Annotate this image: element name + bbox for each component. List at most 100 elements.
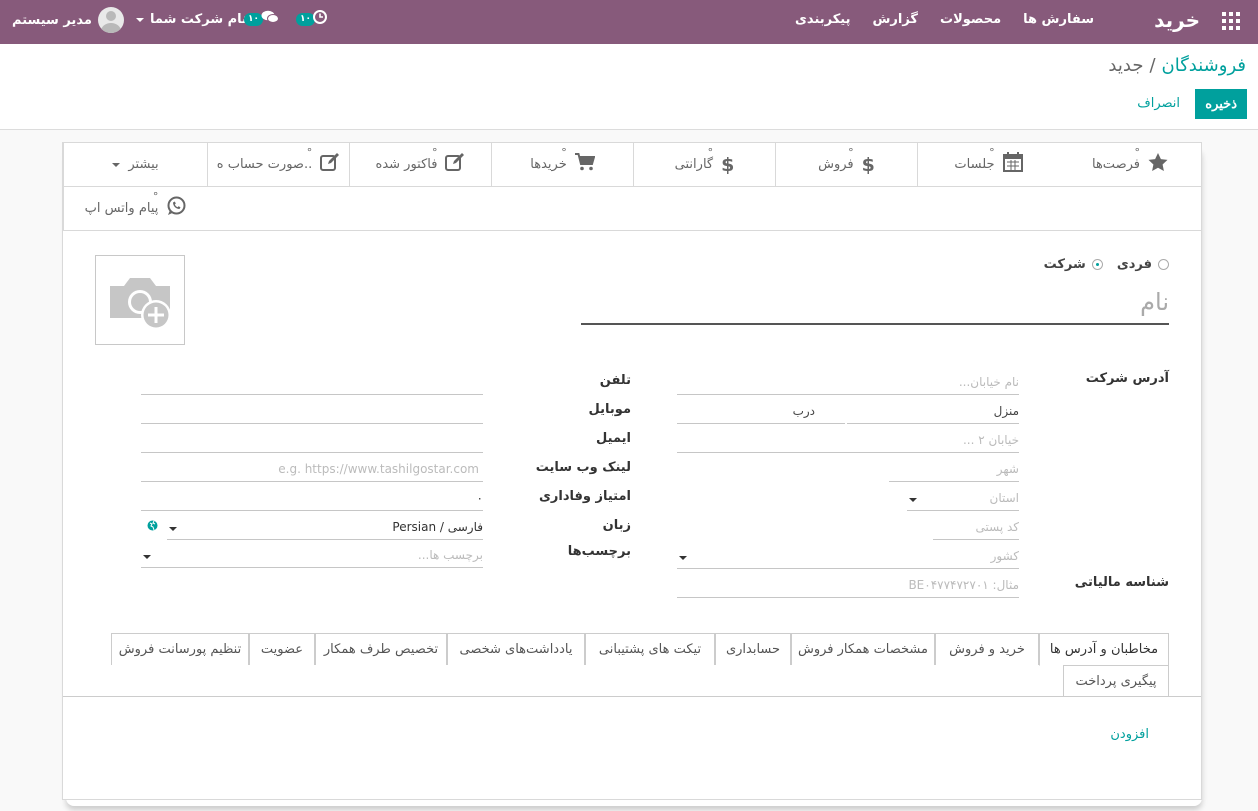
breadcrumb: فروشندگان / جدید [1108,55,1246,76]
sales-label: فروش [818,146,854,172]
country-select[interactable]: کشور [677,545,1019,569]
whatsapp-icon [166,196,186,221]
street2-input[interactable]: خیابان ۲ ... [677,429,1019,453]
whatsapp-label: پیام واتس اپ [85,190,159,216]
add-contact-link[interactable]: افزودن [1110,727,1149,742]
tax-id-label: شناسه مالیاتی [1074,575,1169,590]
edit-icon [445,153,465,176]
invoiced-label: فاکتور شده [376,146,438,172]
tab-support-tickets[interactable]: تیکت های پشتیبانی [585,633,715,665]
state-select[interactable]: استان [907,487,1019,511]
menu-orders[interactable]: سفارش ها [1023,12,1094,27]
tab-sales-purchase[interactable]: خرید و فروش [935,633,1039,665]
company-type-radios: فردی شرکت [1044,257,1169,272]
activity-systray[interactable]: ۱۰ [296,10,327,28]
menu-products[interactable]: محصولات [940,12,1001,27]
tax-id-input[interactable]: مثال: BE۰۴۷۷۴۷۲۷۰۱ [677,574,1019,598]
tab-contacts-addresses[interactable]: مخاطبان و آدرس ها [1039,633,1169,666]
caret-down-icon [112,162,121,167]
comments-icon [261,10,279,28]
star-icon [1148,152,1168,177]
dollar-icon: $ [861,153,875,176]
edit-icon [320,153,340,176]
apps-menu-icon[interactable] [1222,12,1240,30]
language-label: زبان [602,518,631,533]
phone-label: تلفن [599,373,631,388]
warranty-label: گارانتی [675,146,714,172]
radio-company[interactable]: شرکت [1044,257,1103,272]
email-label: ایمیل [596,431,631,446]
breadcrumb-parent[interactable]: فروشندگان [1162,55,1246,76]
tab-payment-followup[interactable]: پیگیری پرداخت [1063,665,1169,697]
user-name: مدیر سیستم [12,12,92,28]
radio-company-label: شرکت [1043,257,1086,272]
purchases-label: خریدها [530,146,567,172]
zip-input[interactable]: کد پستی [933,516,1019,540]
tabs-divider [63,696,1201,697]
company-switcher[interactable]: نام شرکت شما [136,12,247,27]
city-input[interactable]: شهر [889,458,1019,482]
warranty-button[interactable]: $ گارانتی [633,143,775,187]
purchases-button[interactable]: خریدها [491,143,633,187]
opportunities-label: فرصت‌ها [1092,146,1140,172]
image-upload[interactable] [95,255,185,345]
form-sheet: فرصت‌ها جلسات $ فروش $ گارانتی خریدها ف [62,142,1202,800]
main-menu: سفارش ها محصولات گزارش پیکربندی [795,12,1094,27]
tab-accounting[interactable]: حسابداری [715,633,791,665]
radio-individual-dot[interactable] [1158,259,1169,270]
caret-down-icon [136,17,144,22]
user-menu[interactable]: مدیر سیستم [12,7,124,33]
tab-sales-partner[interactable]: مشخصات همکار فروش [791,633,935,665]
loyalty-input[interactable]: ۰ [141,487,483,511]
radio-company-dot[interactable] [1091,259,1103,270]
address-label: آدرس شرکت [1085,371,1169,386]
mobile-label: موبایل [588,402,631,417]
chat-systray[interactable]: ۱۰ [244,10,279,28]
app-title[interactable]: خرید [1154,8,1200,32]
statements-button[interactable]: صورت حساب ه.. [207,143,349,187]
name-input[interactable]: نام [581,285,1169,325]
top-navbar: خرید سفارش ها محصولات گزارش پیکربندی مدی… [0,0,1258,44]
mobile-input[interactable] [141,400,483,424]
website-input[interactable]: e.g. https://www.tashilgostar.com [141,458,483,482]
door-input[interactable]: درب [677,400,845,424]
tags-label: برچسب‌ها [567,544,631,559]
breadcrumb-current: جدید [1108,55,1144,76]
tab-partner-assignment[interactable]: تخصیص طرف همکار [315,633,447,665]
dollar-icon: $ [721,153,735,176]
menu-reporting[interactable]: گزارش [872,12,918,27]
globe-icon[interactable] [147,520,158,535]
radio-individual-label: فردی [1116,257,1152,272]
opportunities-button[interactable]: فرصت‌ها [1059,143,1201,187]
tab-commission[interactable]: تنظیم پورسانت فروش [111,633,249,665]
house-input[interactable]: منزل [847,400,1019,424]
more-button[interactable]: بیشتر [63,143,207,187]
tab-membership[interactable]: عضویت [249,633,315,665]
shopping-cart-icon [574,153,596,176]
phone-input[interactable] [141,371,483,395]
clock-icon [313,10,327,28]
whatsapp-button[interactable]: پیام واتس اپ [63,187,207,231]
menu-configuration[interactable]: پیکربندی [795,12,850,27]
statements-label: صورت حساب ه.. [217,146,313,172]
radio-individual[interactable]: فردی [1117,257,1169,272]
loyalty-label: امتیاز وفاداری [538,489,631,504]
breadcrumb-separator: / [1149,55,1156,76]
save-button[interactable]: ذخیره [1195,89,1247,119]
button-box-filler [207,187,1201,231]
website-label: لینک وب سایت [535,460,631,475]
discard-button[interactable]: انصراف [1137,89,1180,119]
camera-plus-icon [110,278,171,330]
calendar-icon [1002,152,1023,177]
tab-personal-notes[interactable]: یادداشت‌های شخصی [447,633,585,665]
language-select[interactable]: Persian / فارسی [167,516,483,540]
invoiced-button[interactable]: فاکتور شده [349,143,491,187]
street-input[interactable]: نام خیابان... [677,371,1019,395]
meetings-label: جلسات [954,146,994,172]
email-input[interactable] [141,429,483,453]
sales-button[interactable]: $ فروش [775,143,917,187]
company-name: نام شرکت شما [150,12,247,27]
avatar [97,7,124,33]
meetings-button[interactable]: جلسات [917,143,1059,187]
tags-input[interactable]: برچسب ها... [141,544,483,568]
